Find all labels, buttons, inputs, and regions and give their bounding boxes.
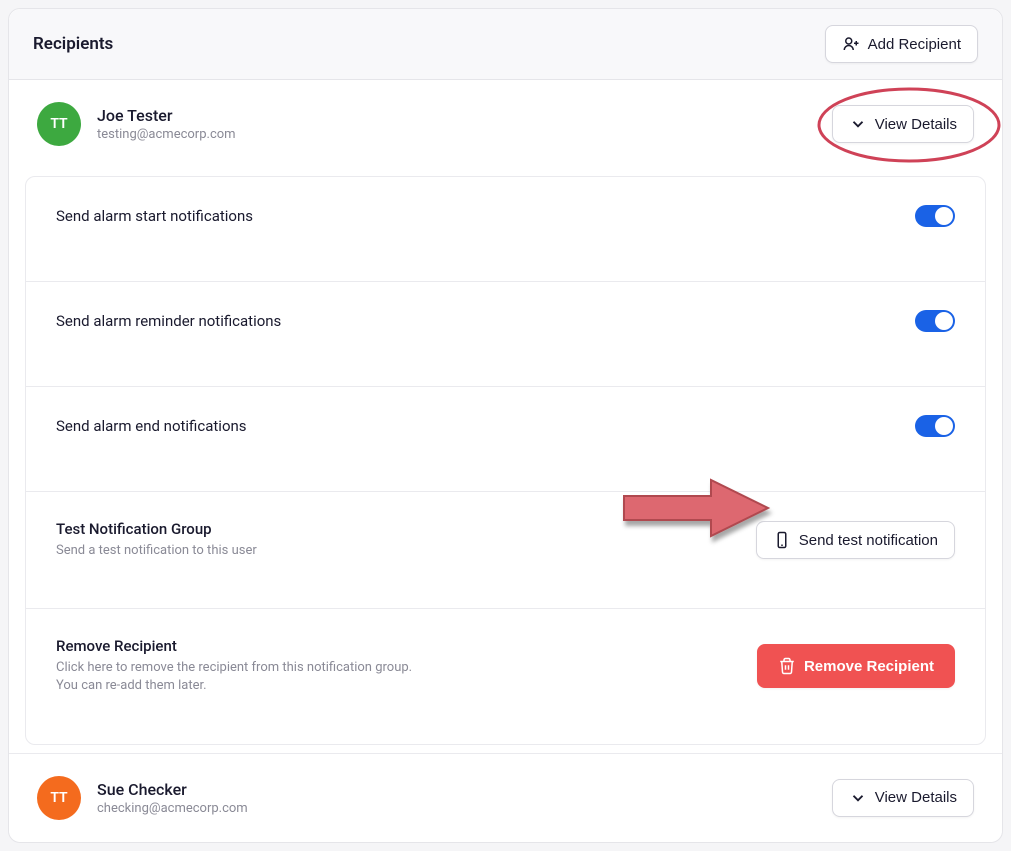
recipient-details-panel: Send alarm start notifications Send alar…: [25, 176, 986, 745]
recipient-info: TT Sue Checker checking@acmecorp.com: [37, 776, 248, 820]
view-details-button[interactable]: View Details: [832, 779, 974, 817]
toggle-end-notifications[interactable]: [915, 415, 955, 437]
remove-recipient-title: Remove Recipient: [56, 637, 412, 655]
chevron-down-icon: [849, 789, 867, 807]
recipient-row: TT Sue Checker checking@acmecorp.com Vie…: [9, 753, 1002, 842]
recipient-email: checking@acmecorp.com: [97, 801, 248, 816]
page-title: Recipients: [33, 34, 113, 54]
test-notification-text: Test Notification Group Send a test noti…: [56, 520, 257, 560]
recipients-header: Recipients Add Recipient: [9, 9, 1002, 80]
add-recipient-button[interactable]: Add Recipient: [825, 25, 978, 63]
toggle-reminder-notifications[interactable]: [915, 310, 955, 332]
toggle-start-notifications[interactable]: [915, 205, 955, 227]
toggle-label: Send alarm end notifications: [56, 417, 247, 435]
recipients-card: Recipients Add Recipient TT Joe Tester t…: [8, 8, 1003, 843]
test-notification-subtitle: Send a test notification to this user: [56, 542, 257, 560]
toggle-label: Send alarm start notifications: [56, 207, 253, 225]
chevron-down-icon: [849, 115, 867, 133]
add-recipient-label: Add Recipient: [868, 36, 961, 53]
toggle-row-end: Send alarm end notifications: [26, 387, 985, 492]
recipient-name: Joe Tester: [97, 106, 236, 125]
add-user-icon: [842, 35, 860, 53]
test-notification-title: Test Notification Group: [56, 520, 257, 538]
recipient-email: testing@acmecorp.com: [97, 127, 236, 142]
remove-recipient-text: Remove Recipient Click here to remove th…: [56, 637, 412, 695]
view-details-label: View Details: [875, 789, 957, 806]
view-details-label: View Details: [875, 116, 957, 133]
remove-recipient-subtitle: Click here to remove the recipient from …: [56, 659, 412, 695]
send-test-notification-button[interactable]: Send test notification: [756, 521, 955, 559]
trash-icon: [778, 657, 796, 675]
remove-recipient-label: Remove Recipient: [804, 658, 934, 675]
send-test-label: Send test notification: [799, 532, 938, 549]
remove-recipient-row: Remove Recipient Click here to remove th…: [26, 609, 985, 743]
remove-recipient-button[interactable]: Remove Recipient: [757, 644, 955, 688]
toggle-label: Send alarm reminder notifications: [56, 312, 281, 330]
toggle-row-start: Send alarm start notifications: [26, 177, 985, 282]
recipient-name: Sue Checker: [97, 780, 248, 799]
recipient-info: TT Joe Tester testing@acmecorp.com: [37, 102, 236, 146]
avatar: TT: [37, 776, 81, 820]
avatar: TT: [37, 102, 81, 146]
phone-icon: [773, 531, 791, 549]
recipient-row: TT Joe Tester testing@acmecorp.com View …: [9, 80, 1002, 168]
toggle-row-reminder: Send alarm reminder notifications: [26, 282, 985, 387]
view-details-button[interactable]: View Details: [832, 105, 974, 143]
test-notification-row: Test Notification Group Send a test noti…: [26, 492, 985, 609]
